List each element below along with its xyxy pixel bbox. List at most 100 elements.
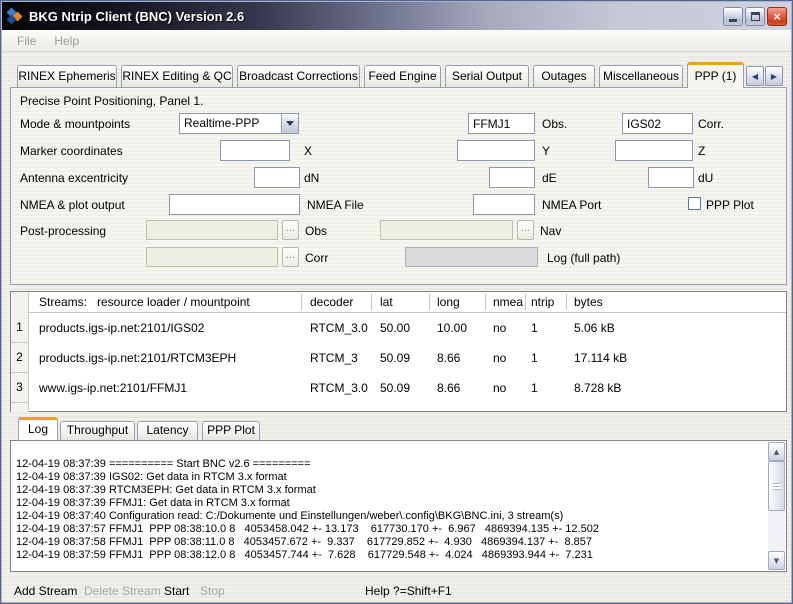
marker-x-input[interactable] (220, 140, 290, 161)
add-stream-button[interactable]: Add Stream (14, 584, 77, 598)
tab-throughput[interactable]: Throughput (60, 421, 135, 440)
streams-table: Streams: resource loader / mountpoint de… (10, 291, 787, 412)
post-processing-label: Post-processing (20, 224, 106, 238)
tab-miscellaneous[interactable]: Miscellaneous (599, 65, 683, 87)
bnc-window: BKG Ntrip Client (BNC) Version 2.6 × Fil… (0, 0, 793, 604)
tab-feed-engine[interactable]: Feed Engine (364, 65, 441, 87)
window-controls: × (723, 7, 787, 26)
tab-ppp-1[interactable]: PPP (1) (687, 62, 744, 88)
help-button[interactable]: Help ?=Shift+F1 (365, 584, 452, 598)
maximize-button[interactable] (745, 7, 765, 26)
cell-long: 8.66 (437, 381, 460, 395)
cell-ntrip: 1 (531, 321, 538, 335)
post-log-file-input (405, 247, 538, 267)
antenna-du-input[interactable] (648, 167, 694, 188)
table-row-2[interactable]: 2 products.igs-ip.net:2101/RTCM3EPH RTCM… (11, 343, 786, 373)
table-row-3[interactable]: 3 www.igs-ip.net:2101/FFMJ1 RTCM_3.0 50.… (11, 373, 786, 403)
cell-mountpoint: products.igs-ip.net:2101/IGS02 (39, 321, 204, 335)
chevron-down-icon (286, 121, 294, 126)
col-header-mountpoint[interactable]: Streams: resource loader / mountpoint (39, 295, 250, 309)
ppp-plot-checkbox[interactable] (688, 197, 701, 210)
close-icon: × (773, 10, 781, 23)
post-nav-label: Nav (540, 224, 561, 238)
log-line: 12-04-19 08:37:58 FFMJ1 PPP 08:38:11.0 8… (16, 536, 764, 549)
row-number: 2 (11, 343, 29, 373)
row-number: 3 (11, 373, 29, 403)
log-scrollbar[interactable]: ▲ ▼ (768, 442, 785, 570)
nmea-port-label: NMEA Port (542, 198, 601, 212)
minimize-button[interactable] (723, 7, 743, 26)
tab-scroll-right-button[interactable]: ▶ (765, 66, 783, 86)
antenna-de-input[interactable] (489, 167, 535, 188)
corr-mountpoint-input[interactable] (622, 113, 693, 134)
marker-coordinates-label: Marker coordinates (20, 144, 123, 158)
col-header-nmea[interactable]: nmea (493, 295, 523, 309)
titlebar[interactable]: BKG Ntrip Client (BNC) Version 2.6 × (2, 2, 791, 30)
cell-lat: 50.09 (380, 351, 410, 365)
tab-outages[interactable]: Outages (533, 65, 595, 87)
col-header-ntrip[interactable]: ntrip (531, 295, 554, 309)
log-line: 12-04-19 08:37:59 FFMJ1 PPP 08:38:12.0 8… (16, 549, 764, 562)
tab-broadcast-corrections[interactable]: Broadcast Corrections (237, 65, 360, 87)
ppp-plot-label: PPP Plot (706, 198, 754, 212)
col-header-lat[interactable]: lat (380, 295, 393, 309)
col-header-decoder[interactable]: decoder (310, 295, 353, 309)
menu-file[interactable]: File (8, 32, 45, 50)
cell-decoder: RTCM_3.0 (310, 321, 368, 335)
tab-serial-output[interactable]: Serial Output (445, 65, 529, 87)
table-row-1[interactable]: 1 products.igs-ip.net:2101/IGS02 RTCM_3.… (11, 313, 786, 343)
marker-z-input[interactable] (615, 140, 693, 161)
close-button[interactable]: × (767, 7, 787, 26)
log-line: 12-04-19 08:37:39 IGS02: Get data in RTC… (16, 471, 764, 484)
post-nav-file-input (380, 220, 513, 240)
scroll-up-button[interactable]: ▲ (768, 442, 785, 461)
cell-long: 8.66 (437, 351, 460, 365)
cell-ntrip: 1 (531, 381, 538, 395)
arrow-down-icon: ▼ (774, 557, 779, 565)
browse-nav-button[interactable]: ... (517, 220, 534, 240)
cell-mountpoint: products.igs-ip.net:2101/RTCM3EPH (39, 351, 236, 365)
tab-ppp-plot[interactable]: PPP Plot (202, 421, 260, 440)
log-line: 12-04-19 08:37:57 FFMJ1 PPP 08:38:10.0 8… (16, 523, 764, 536)
table-corner-cell (11, 292, 29, 313)
column-divider (371, 294, 372, 310)
nmea-port-input[interactable] (473, 194, 535, 215)
menu-help[interactable]: Help (45, 32, 88, 50)
cell-bytes: 17.114 kB (574, 351, 627, 365)
tab-scroll-left-button[interactable]: ◀ (746, 66, 764, 86)
tab-rinex-editing-qc[interactable]: RINEX Editing & QC (121, 65, 233, 87)
thumb-grip-icon (773, 483, 781, 490)
dropdown-button[interactable] (281, 114, 298, 133)
panel-title: Precise Point Positioning, Panel 1. (20, 94, 203, 108)
scrollbar-thumb[interactable] (768, 461, 785, 511)
cell-lat: 50.00 (380, 321, 410, 335)
tab-latency[interactable]: Latency (137, 421, 198, 440)
post-obs-file-input (146, 220, 278, 240)
start-button[interactable]: Start (164, 584, 189, 598)
cell-decoder: RTCM_3 (310, 351, 358, 365)
nmea-plot-output-label: NMEA & plot output (20, 198, 125, 212)
col-header-long[interactable]: long (437, 295, 460, 309)
tab-rinex-ephemeris[interactable]: RINEX Ephemeris (17, 65, 117, 87)
cell-ntrip: 1 (531, 351, 538, 365)
menubar: File Help (2, 30, 791, 52)
log-line: 12-04-19 08:37:39 FFMJ1: Get data in RTC… (16, 497, 764, 510)
browse-corr-button[interactable]: ... (282, 247, 299, 267)
browse-obs-button[interactable]: ... (282, 220, 299, 240)
stop-button: Stop (200, 584, 225, 598)
cell-lat: 50.09 (380, 381, 410, 395)
nmea-file-input[interactable] (169, 194, 300, 215)
cell-nmea: no (493, 321, 506, 335)
marker-y-input[interactable] (457, 140, 535, 161)
cell-nmea: no (493, 381, 506, 395)
obs-mountpoint-input[interactable] (468, 113, 535, 134)
col-header-bytes[interactable]: bytes (574, 295, 603, 309)
log-output[interactable]: 12-04-19 08:37:39 ========== Start BNC v… (10, 440, 787, 572)
ppp-mode-value: Realtime-PPP (184, 116, 259, 130)
scroll-down-button[interactable]: ▼ (768, 551, 785, 570)
maximize-icon (751, 12, 760, 21)
du-label: dU (698, 171, 713, 185)
tab-log[interactable]: Log (18, 417, 58, 440)
ppp-mode-select[interactable]: Realtime-PPP (179, 113, 299, 134)
antenna-dn-input[interactable] (254, 167, 300, 188)
